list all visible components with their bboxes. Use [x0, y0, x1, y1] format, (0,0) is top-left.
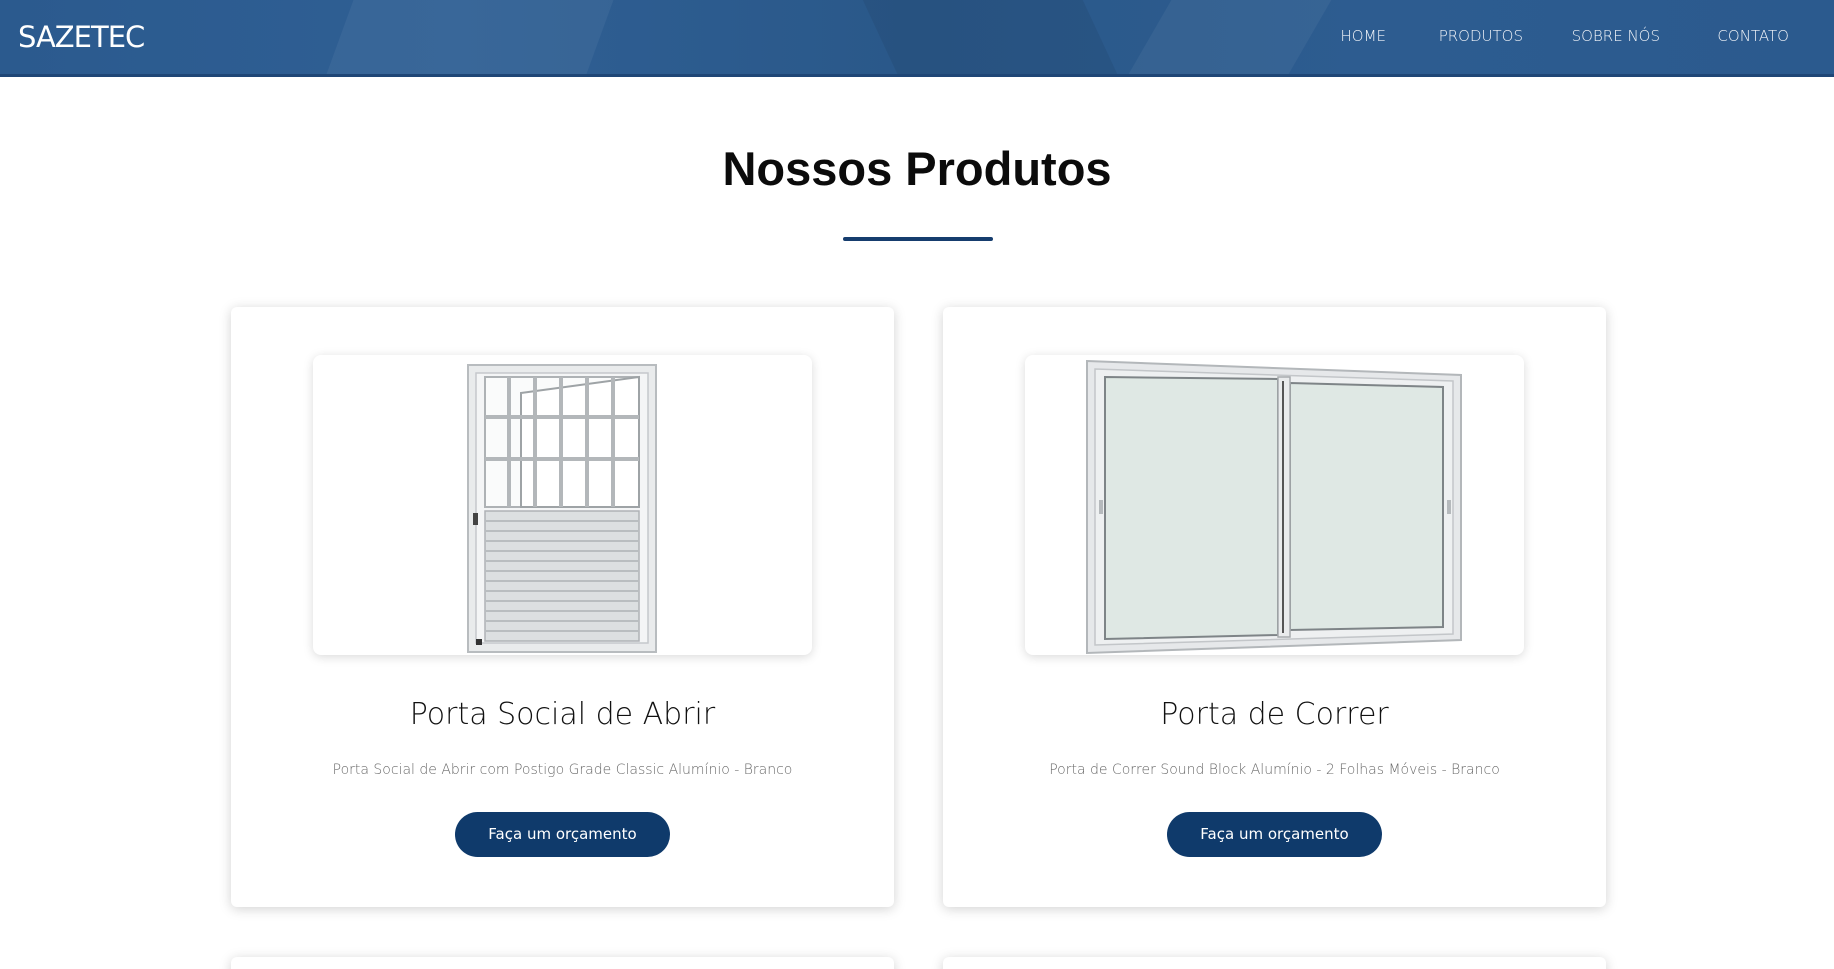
- request-quote-button[interactable]: Faça um orçamento: [455, 812, 670, 857]
- product-card: [943, 957, 1606, 969]
- product-title: Porta Social de Abrir: [409, 697, 716, 732]
- product-description: Porta de Correr Sound Block Alumínio - 2…: [1049, 762, 1500, 778]
- section-title: Nossos Produtos: [722, 142, 1112, 195]
- product-title: Porta de Correr: [1160, 697, 1389, 732]
- header-background-shade: [326, 0, 614, 74]
- site-header: SAZETEC HOME PRODUTOS SOBRE NÓS CONTATO: [0, 0, 1834, 77]
- door-with-grille-image: [467, 364, 657, 653]
- nav-link-sobre-nos[interactable]: SOBRE NÓS: [1572, 27, 1660, 45]
- header-background-shade: [1128, 0, 1332, 74]
- site-logo[interactable]: SAZETEC: [18, 20, 145, 54]
- request-quote-button[interactable]: Faça um orçamento: [1167, 812, 1382, 857]
- product-description: Porta Social de Abrir com Postigo Grade …: [332, 762, 793, 778]
- nav-link-home[interactable]: HOME: [1340, 27, 1386, 45]
- product-image-frame: [313, 355, 812, 655]
- product-card: Porta Social de Abrir Porta Social de Ab…: [231, 307, 894, 907]
- product-card: [231, 957, 894, 969]
- sliding-door-image: [1086, 359, 1462, 655]
- header-background-shade: [862, 0, 1118, 74]
- nav-link-contato[interactable]: CONTATO: [1717, 27, 1789, 45]
- product-card: Porta de Correr Porta de Correr Sound Bl…: [943, 307, 1606, 907]
- nav-link-produtos[interactable]: PRODUTOS: [1439, 27, 1523, 45]
- section-divider: [843, 237, 993, 241]
- product-image-frame: [1025, 355, 1524, 655]
